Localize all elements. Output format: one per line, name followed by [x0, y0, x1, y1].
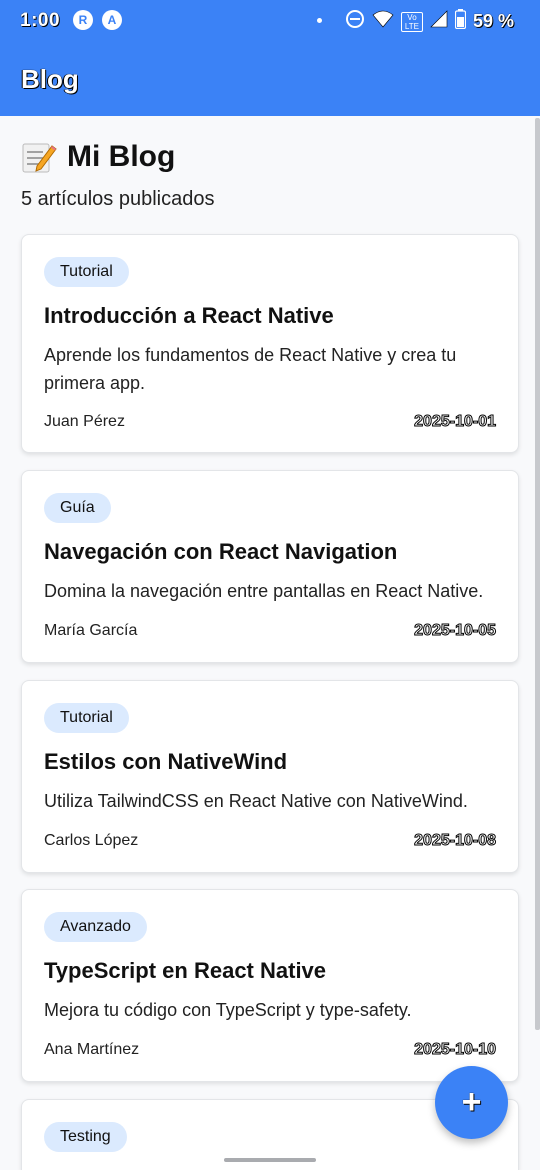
- volte-bottom: LTE: [404, 21, 419, 31]
- article-date: 2025-10-10: [414, 1041, 497, 1059]
- volte-icon: Vo LTE: [400, 11, 423, 32]
- battery-icon: [454, 9, 467, 34]
- blog-list: Mi Blog 5 artículos publicados: [21, 116, 519, 211]
- article-title: Navegación con React Navigation: [44, 539, 398, 564]
- page-heading: Mi Blog: [21, 140, 519, 174]
- article-card[interactable]: Tutorial Introducción a React Native Apr…: [21, 234, 519, 453]
- home-indicator[interactable]: [224, 1158, 316, 1162]
- article-description: Domina la navegación entre pantallas en …: [44, 581, 484, 601]
- article-card[interactable]: Avanzado TypeScript en React Native Mejo…: [21, 889, 519, 1082]
- article-title: Introducción a React Native: [44, 303, 334, 328]
- article-description: Utiliza TailwindCSS en React Native con …: [44, 791, 468, 811]
- scrollbar[interactable]: [535, 118, 540, 1030]
- category-badge: Tutorial: [44, 257, 129, 287]
- article-date: 2025-10-01: [414, 413, 497, 431]
- app-r-icon: R: [73, 10, 93, 30]
- app-bar-title: Blog: [21, 64, 79, 94]
- wifi-icon: [372, 10, 394, 33]
- memo-icon: [21, 140, 57, 174]
- dnd-icon: [345, 9, 365, 34]
- app-bar: Blog: [0, 42, 540, 116]
- article-card[interactable]: Tutorial Estilos con NativeWind Utiliza …: [21, 680, 519, 873]
- article-description: Mejora tu código con TypeScript y type-s…: [44, 1000, 412, 1020]
- category-badge: Testing: [44, 1122, 127, 1152]
- status-time: 1:00: [20, 10, 61, 31]
- signal-icon: [430, 10, 448, 33]
- article-card[interactable]: Guía Navegación con React Navigation Dom…: [21, 470, 519, 663]
- article-title: Estilos con NativeWind: [44, 749, 288, 774]
- category-badge: Avanzado: [44, 912, 147, 942]
- page-title: Mi Blog: [67, 140, 176, 173]
- add-article-button[interactable]: +: [435, 1066, 508, 1139]
- article-author: Ana Martínez: [44, 1041, 140, 1058]
- article-date: 2025-10-05: [414, 622, 497, 640]
- article-author: María García: [44, 622, 138, 639]
- article-title: TypeScript en React Native: [44, 958, 327, 983]
- notification-dot: [317, 18, 322, 23]
- category-badge: Guía: [44, 493, 111, 523]
- app-a-icon: A: [102, 10, 122, 30]
- article-date: 2025-10-08: [414, 832, 497, 850]
- battery-percent: 59 %: [472, 11, 514, 31]
- status-bar: 1:00 R A Vo LTE 59 %: [0, 0, 540, 42]
- plus-icon: +: [461, 1083, 482, 1121]
- article-author: Carlos López: [44, 832, 139, 849]
- volte-top: Vo: [407, 12, 417, 22]
- category-badge: Tutorial: [44, 703, 129, 733]
- article-author: Juan Pérez: [44, 413, 125, 430]
- article-description: Aprende los fundamentos de React Native …: [44, 345, 457, 393]
- article-count: 5 artículos publicados: [21, 188, 215, 210]
